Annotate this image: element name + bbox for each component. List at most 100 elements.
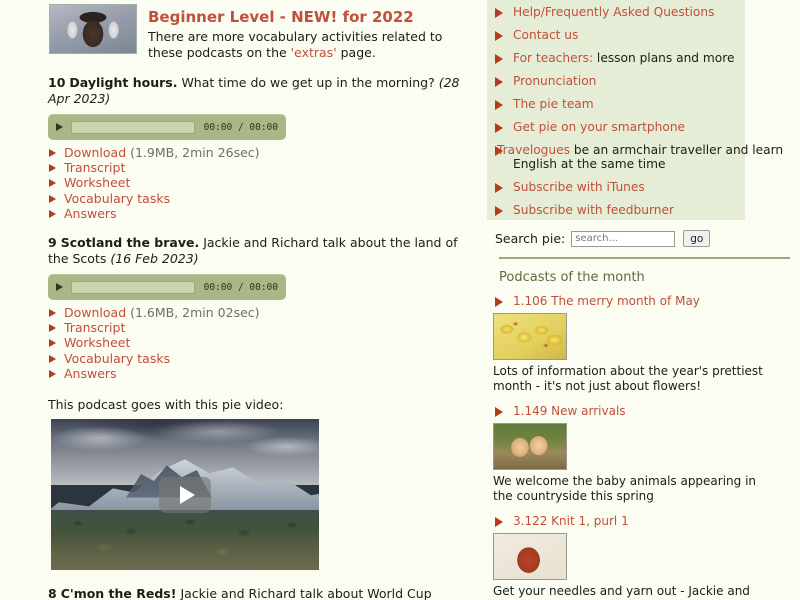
podcast-of-month-description: Get your needles and yarn out - Jackie a…: [493, 584, 750, 600]
link-meta: (1.6MB, 2min 02sec): [126, 305, 260, 321]
sidebar-item-help[interactable]: Help/Frequently Asked Questions: [493, 5, 800, 19]
sidebar-divider: [499, 257, 790, 259]
link-label[interactable]: Transcript: [64, 320, 125, 335]
sidebar-item-label[interactable]: Subscribe with feedburner: [513, 203, 674, 217]
search-input[interactable]: [571, 230, 676, 247]
sidebar-item-pie-team[interactable]: The pie team: [493, 97, 800, 111]
bullet-triangle-icon: [49, 354, 56, 363]
bullet-triangle-icon: [495, 297, 503, 307]
link-label[interactable]: Vocabulary tasks: [64, 351, 170, 366]
page-root: Beginner Level - NEW! for 2022 There are…: [0, 0, 800, 600]
sidebar-item-teachers[interactable]: For teachers: lesson plans and more: [493, 51, 800, 65]
podcast-number: 8: [48, 586, 57, 600]
presenter-photo-image: [50, 5, 136, 53]
intro-body-after: page.: [336, 45, 376, 60]
sidebar-nav-list: Help/Frequently Asked Questions Contact …: [493, 5, 800, 217]
podcast-title: C'mon the Reds!: [60, 586, 177, 600]
sidebar-item-itunes[interactable]: Subscribe with iTunes: [493, 180, 800, 194]
bullet-triangle-icon: [495, 517, 503, 527]
podcast-of-month-thumbnail[interactable]: [493, 423, 567, 470]
audio-seek-bar[interactable]: [70, 120, 195, 134]
list-item[interactable]: Transcript: [48, 320, 474, 335]
main-content-column: Beginner Level - NEW! for 2022 There are…: [44, 0, 474, 600]
play-icon[interactable]: [56, 121, 64, 134]
link-label[interactable]: Download: [64, 145, 126, 160]
audio-player[interactable]: 00:00 / 00:00: [48, 114, 286, 140]
link-label[interactable]: Worksheet: [64, 175, 130, 190]
link-label[interactable]: Answers: [64, 366, 117, 381]
podcast-of-month-item: 3.122 Knit 1, purl 1 Get your needles an…: [493, 514, 800, 600]
link-label[interactable]: Answers: [64, 206, 117, 221]
sidebar-item-suffix: lesson plans and more: [593, 51, 735, 65]
podcast-item: 10 Daylight hours. What time do we get u…: [44, 75, 474, 221]
link-label[interactable]: Transcript: [64, 160, 125, 175]
list-item[interactable]: Vocabulary tasks: [48, 351, 474, 366]
list-item[interactable]: Worksheet: [48, 175, 474, 190]
audio-time-display: 00:00 / 00:00: [203, 121, 278, 133]
video-forest: [51, 509, 319, 571]
list-item[interactable]: Worksheet: [48, 335, 474, 350]
podcast-of-month-label[interactable]: 1.149 New arrivals: [513, 404, 626, 418]
podcast-of-month-item: 1.106 The merry month of May Lots of inf…: [493, 294, 800, 393]
podcast-heading: 10 Daylight hours. What time do we get u…: [48, 75, 474, 107]
podcasts-of-month-heading: Podcasts of the month: [499, 270, 645, 285]
podcast-number: 10: [48, 75, 66, 90]
podcast-links: Download (1.9MB, 2min 26sec) Transcript …: [44, 145, 474, 221]
podcast-of-month-link[interactable]: 1.106 The merry month of May: [493, 294, 800, 308]
list-item[interactable]: Answers: [48, 366, 474, 381]
search-go-button[interactable]: go: [683, 230, 711, 247]
extras-link[interactable]: 'extras': [291, 45, 337, 60]
list-item[interactable]: Vocabulary tasks: [48, 191, 474, 206]
podcast-of-month-label[interactable]: 1.106 The merry month of May: [513, 294, 700, 308]
link-label[interactable]: Download: [64, 305, 126, 320]
bullet-triangle-icon: [495, 123, 503, 133]
podcast-of-month-thumbnail[interactable]: [493, 533, 567, 580]
sidebar-item-label[interactable]: The pie team: [513, 97, 594, 111]
link-label[interactable]: Vocabulary tasks: [64, 191, 170, 206]
bullet-triangle-icon: [49, 164, 56, 173]
list-item[interactable]: Download (1.9MB, 2min 26sec): [48, 145, 474, 160]
play-icon[interactable]: [56, 281, 64, 294]
bullet-triangle-icon: [495, 31, 503, 41]
video-caption: This podcast goes with this pie video:: [48, 397, 284, 413]
podcast-of-month-label[interactable]: 3.122 Knit 1, purl 1: [513, 514, 629, 528]
bullet-triangle-icon: [495, 77, 503, 87]
intro-body: There are more vocabulary activities rel…: [148, 29, 468, 61]
podcast-of-month-link[interactable]: 3.122 Knit 1, purl 1: [493, 514, 800, 528]
sidebar-item-label[interactable]: Help/Frequently Asked Questions: [513, 5, 714, 19]
bullet-triangle-icon: [49, 339, 56, 348]
podcast-of-month-link[interactable]: 1.149 New arrivals: [493, 404, 800, 418]
podcast-description: What time do we get up in the morning?: [181, 75, 435, 90]
podcast-title: Daylight hours.: [69, 75, 178, 90]
bullet-triangle-icon: [49, 324, 56, 333]
sidebar-item-label[interactable]: Travelogues: [497, 143, 570, 157]
list-item[interactable]: Transcript: [48, 160, 474, 175]
sidebar-item-label[interactable]: Get pie on your smartphone: [513, 120, 685, 134]
bullet-triangle-icon: [495, 183, 503, 193]
audio-seek-bar[interactable]: [70, 280, 195, 294]
sidebar-item-contact[interactable]: Contact us: [493, 28, 800, 42]
search-label: Search pie:: [495, 231, 566, 246]
sidebar-item-travelogues[interactable]: Travelogues be an armchair traveller and…: [493, 143, 800, 171]
sidebar-item-label[interactable]: Pronunciation: [513, 74, 596, 88]
podcast-of-month-description: Lots of information about the year's pre…: [493, 364, 763, 393]
podcast-number: 9: [48, 235, 57, 251]
sidebar-item-pronunciation[interactable]: Pronunciation: [493, 74, 800, 88]
audio-time-display: 00:00 / 00:00: [203, 281, 278, 293]
video-play-icon[interactable]: [159, 476, 211, 513]
podcast-of-month-thumbnail[interactable]: [493, 313, 567, 360]
video-embed[interactable]: [51, 419, 319, 571]
sidebar-item-label[interactable]: For teachers:: [513, 51, 593, 65]
podcast-heading: 8 C'mon the Reds! Jackie and Richard tal…: [48, 586, 474, 600]
bullet-triangle-icon: [495, 206, 503, 216]
sidebar-item-smartphone[interactable]: Get pie on your smartphone: [493, 120, 800, 134]
sidebar-item-feedburner[interactable]: Subscribe with feedburner: [493, 203, 800, 217]
podcast-title: Scotland the brave.: [60, 235, 200, 251]
sidebar-item-label[interactable]: Contact us: [513, 28, 578, 42]
sidebar-item-label[interactable]: Subscribe with iTunes: [513, 180, 645, 194]
podcast-item: 8 C'mon the Reds! Jackie and Richard tal…: [44, 586, 474, 600]
audio-player[interactable]: 00:00 / 00:00: [48, 274, 286, 301]
list-item[interactable]: Download (1.6MB, 2min 02sec): [48, 305, 474, 320]
link-label[interactable]: Worksheet: [64, 335, 130, 350]
list-item[interactable]: Answers: [48, 206, 474, 221]
